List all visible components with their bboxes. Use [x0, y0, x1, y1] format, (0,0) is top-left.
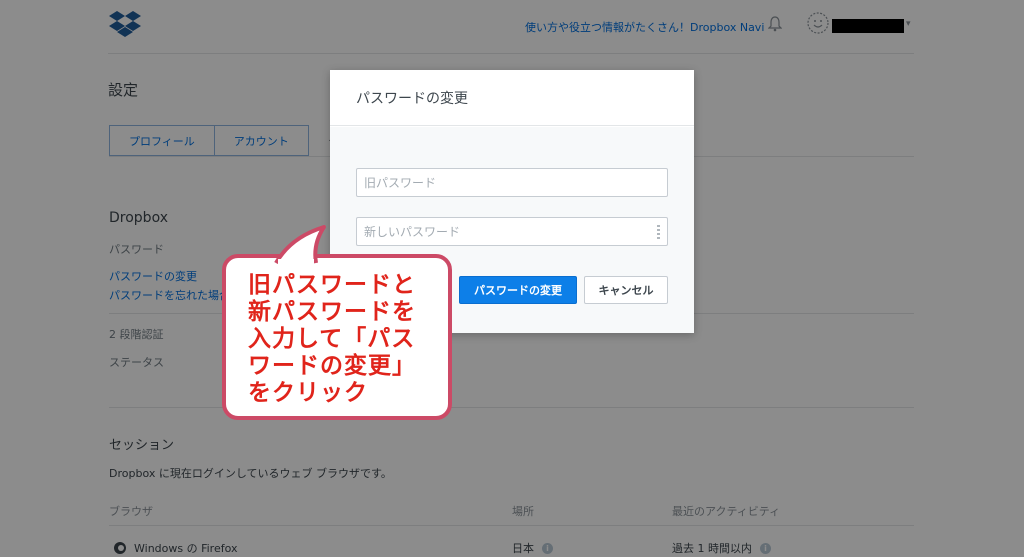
new-password-input[interactable] — [357, 218, 667, 245]
callout-text: 旧パスワードと 新パスワードを 入力して「パス ワードの変更」 をクリック — [248, 272, 416, 406]
modal-title: パスワードの変更 — [356, 90, 468, 107]
new-password-field[interactable] — [356, 217, 668, 246]
old-password-input[interactable] — [357, 169, 667, 196]
cancel-button[interactable]: キャンセル — [584, 276, 668, 304]
modal-header: パスワードの変更 — [330, 70, 694, 126]
instruction-callout: 旧パスワードと 新パスワードを 入力して「パス ワードの変更」 をクリック — [222, 254, 452, 420]
old-password-field[interactable] — [356, 168, 668, 197]
change-password-button[interactable]: パスワードの変更 — [459, 276, 577, 304]
password-manager-icon[interactable] — [657, 225, 660, 239]
callout-tail — [274, 225, 326, 265]
